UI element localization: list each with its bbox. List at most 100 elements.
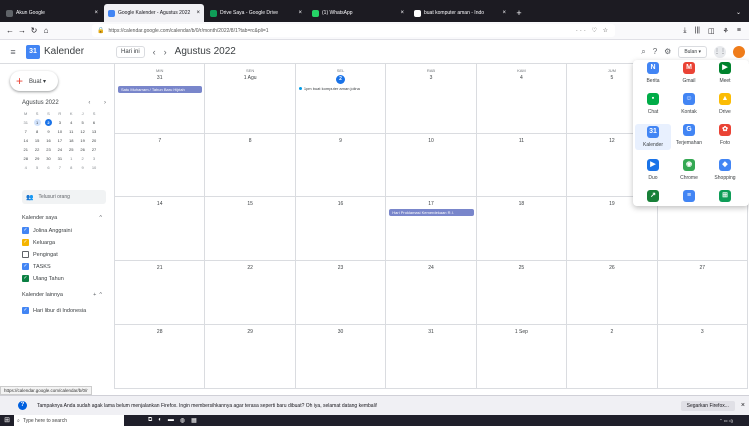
event-chip[interactable]: Satu Muharram / Tahun Baru Hijriah — [118, 86, 203, 93]
calendar-list-item[interactable]: ✓ Jolina Anggraini — [22, 227, 72, 234]
mini-day[interactable]: 9 — [43, 128, 54, 135]
mini-day[interactable]: 27 — [88, 146, 99, 153]
settings-gear-icon[interactable]: ⚙ — [664, 47, 671, 56]
day-number[interactable]: 11 — [477, 138, 566, 144]
library-icon[interactable]: ||| — [695, 27, 700, 35]
app-launcher-item[interactable]: 31 Kalender — [635, 124, 671, 150]
day-number[interactable]: 3 — [658, 329, 747, 335]
day-number[interactable]: 2 — [567, 329, 656, 335]
day-number[interactable]: 27 — [658, 265, 747, 271]
day-number[interactable]: 2 — [296, 75, 385, 84]
checkbox-icon[interactable]: ✓ — [22, 227, 29, 234]
day-cell[interactable]: 23 — [295, 261, 387, 325]
day-cell[interactable]: 11 — [476, 134, 568, 197]
browser-tab[interactable]: Google Kalender - Agustus 2022 × — [104, 4, 204, 22]
search-icon[interactable]: ⌕ — [641, 47, 645, 57]
day-cell[interactable]: SEN 1 Agu — [205, 64, 296, 134]
help-icon[interactable]: ? — [653, 47, 657, 56]
sidebar-toggle-icon[interactable]: ◫ — [708, 27, 715, 35]
day-cell[interactable]: 25 — [476, 261, 568, 325]
app-launcher-item[interactable]: ≡ — [671, 190, 707, 206]
calendar-list-item[interactable]: ✓ Keluarga — [22, 239, 55, 246]
mini-day[interactable]: 2 — [44, 119, 52, 126]
today-button[interactable]: Hari ini — [116, 45, 145, 58]
checkbox-icon[interactable]: ✓ — [22, 275, 29, 282]
collapse-icon[interactable]: ^ — [99, 215, 102, 221]
mini-day[interactable]: 5 — [31, 164, 42, 171]
day-number[interactable]: 22 — [205, 265, 294, 271]
mini-day[interactable]: 26 — [77, 146, 88, 153]
system-tray[interactable]: ⌃ ▭ ◁) — [719, 418, 749, 423]
app-launcher-item[interactable]: ◆ Shopping — [707, 159, 743, 181]
calendar-list-item[interactable]: ✓ TASKS — [22, 263, 51, 270]
mini-day[interactable]: 3 — [54, 119, 65, 126]
mini-day[interactable]: 8 — [66, 164, 77, 171]
close-notification-icon[interactable]: × — [741, 402, 745, 409]
app-launcher-item[interactable]: N Berita — [635, 62, 671, 84]
day-cell[interactable]: 30 — [295, 325, 387, 389]
day-cell[interactable]: 31 — [386, 325, 477, 389]
day-number[interactable]: 1 Sep — [477, 329, 566, 335]
day-number[interactable]: 18 — [477, 201, 566, 207]
day-number[interactable]: 21 — [115, 265, 204, 271]
mini-day[interactable]: 11 — [66, 128, 77, 135]
mini-day[interactable]: 31 — [20, 119, 31, 126]
firefox-icon[interactable]: ◍ — [180, 417, 185, 424]
day-cell[interactable]: 1 Sep — [476, 325, 568, 389]
day-cell[interactable]: 29 — [205, 325, 296, 389]
day-cell[interactable]: SEL 2 — [295, 64, 387, 134]
day-number[interactable]: 23 — [296, 265, 385, 271]
mini-day[interactable]: 3 — [88, 155, 99, 162]
mini-day[interactable]: 4 — [66, 119, 77, 126]
mini-day[interactable]: 18 — [66, 137, 77, 144]
mini-calendar-nav[interactable]: ‹ › — [88, 100, 112, 106]
day-cell[interactable]: 16 — [295, 197, 387, 261]
store-icon[interactable]: ▦ — [191, 417, 197, 424]
app-launcher-item[interactable]: ↗ — [635, 190, 671, 206]
mini-day[interactable]: 15 — [31, 137, 42, 144]
mini-day[interactable]: 6 — [88, 119, 99, 126]
tab-close-icon[interactable]: × — [502, 10, 506, 16]
app-launcher-item[interactable]: ▲ Drive — [707, 93, 743, 115]
mini-day[interactable]: 10 — [88, 164, 99, 171]
day-cell[interactable]: 17 — [386, 197, 477, 261]
app-launcher-item[interactable]: ☺ Kontak — [671, 93, 707, 115]
reload-icon[interactable]: ↻ — [28, 25, 40, 37]
app-launcher-item[interactable]: ▶ Meet — [707, 62, 743, 84]
mini-day[interactable]: 9 — [77, 164, 88, 171]
downloads-icon[interactable]: ⤓ — [683, 27, 686, 35]
day-number[interactable]: 29 — [205, 329, 294, 335]
apps-grid-icon[interactable]: ⋮⋮ — [714, 45, 726, 58]
mini-day[interactable]: 23 — [43, 146, 54, 153]
mini-day[interactable]: 24 — [54, 146, 65, 153]
my-calendars-header[interactable]: Kalender saya ^ — [22, 215, 102, 221]
taskbar-search-input[interactable]: ⌕ Type here to search — [14, 415, 124, 426]
app-launcher-item[interactable]: ▪ Chat — [635, 93, 671, 115]
browser-tab[interactable]: (1) WhatsApp × — [308, 4, 408, 22]
file-explorer-icon[interactable]: ▬ — [168, 417, 174, 424]
mini-day[interactable]: 16 — [43, 137, 54, 144]
checkbox-icon[interactable]: ✓ — [22, 239, 29, 246]
checkbox-icon[interactable] — [22, 251, 29, 258]
day-cell[interactable]: 28 — [115, 325, 206, 389]
app-launcher-item[interactable]: ▶ Duo — [635, 159, 671, 181]
day-cell[interactable]: 21 — [115, 261, 206, 325]
timed-event[interactable]: 1pm buat komputer aman jolina — [298, 86, 360, 91]
day-number[interactable]: 15 — [205, 201, 294, 207]
window-controls[interactable]: ⌄ — [728, 4, 749, 22]
day-number[interactable]: 17 — [386, 201, 475, 207]
mini-day[interactable]: 4 — [20, 164, 31, 171]
mini-day[interactable]: 19 — [77, 137, 88, 144]
mini-day[interactable]: 1 — [33, 119, 41, 126]
day-number[interactable]: 9 — [296, 138, 385, 144]
day-number[interactable]: 31 — [386, 329, 475, 335]
mini-day[interactable]: 1 — [66, 155, 77, 162]
tab-close-icon[interactable]: × — [298, 10, 302, 16]
day-number[interactable]: 30 — [296, 329, 385, 335]
day-number[interactable]: 1 Agu — [205, 75, 294, 81]
task-view-icon[interactable]: ⧉ — [148, 417, 152, 424]
mini-day[interactable]: 31 — [54, 155, 65, 162]
day-cell[interactable]: 26 — [567, 261, 658, 325]
day-number[interactable]: 28 — [115, 329, 204, 335]
mini-day[interactable]: 28 — [20, 155, 31, 162]
